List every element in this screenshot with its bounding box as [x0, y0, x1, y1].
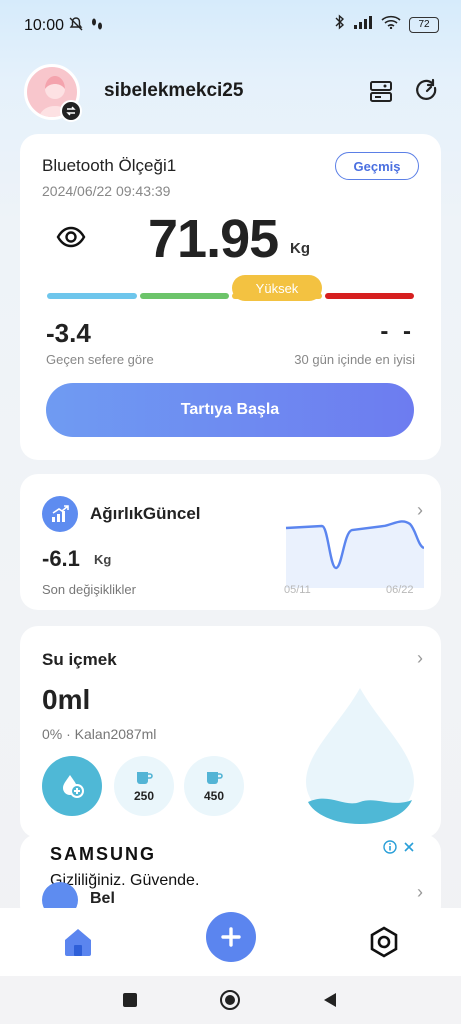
best-caption: 30 gün içinde en iyisi [294, 352, 415, 367]
trend-value: -6.1 [42, 546, 80, 571]
water-drop-illustration [306, 688, 414, 824]
status-right-icons: 72 [335, 14, 439, 35]
sparkline-end-date: 06/22 [386, 584, 414, 596]
mute-icon [68, 16, 84, 37]
battery-icon: 72 [409, 16, 439, 33]
wifi-icon [381, 15, 401, 34]
recent-apps-icon[interactable] [118, 988, 142, 1012]
switch-user-icon[interactable] [60, 100, 82, 122]
username[interactable]: sibelekmekci25 [104, 80, 243, 102]
ad-info-icon[interactable] [383, 840, 397, 857]
sync-icon[interactable] [412, 76, 442, 106]
weight-unit: Kg [290, 240, 310, 257]
chevron-right-icon[interactable]: › [417, 882, 423, 903]
ad-controls [383, 840, 415, 857]
trend-caption: Son değişiklikler [42, 582, 136, 597]
bottom-navigation [0, 908, 461, 976]
change-value: -3.4 [46, 318, 91, 348]
cup-250-label: 250 [133, 789, 155, 803]
cup-450-label: 450 [203, 789, 225, 803]
measurement-datetime: 2024/06/22 09:43:39 [42, 183, 171, 199]
trend-unit: Kg [94, 552, 112, 567]
eye-icon[interactable] [56, 222, 86, 252]
cup-450-button[interactable]: 450 [184, 756, 244, 816]
cup-250-button[interactable]: 250 [114, 756, 174, 816]
waist-card-title: Bel [90, 890, 115, 907]
weight-trend-card[interactable]: AğırlıkGüncel › -6.1 Kg Son değişiklikle… [20, 474, 441, 610]
add-water-button[interactable] [42, 756, 102, 816]
settings-icon[interactable] [358, 916, 410, 968]
range-bar-normal [140, 293, 229, 299]
status-time: 10:00 [24, 17, 65, 34]
water-card[interactable]: Su içmek › 0ml 0% · Kalan2087ml 250 450 [20, 626, 441, 838]
trend-sparkline [285, 520, 424, 588]
ad-brand: SAMSUNG [50, 844, 157, 864]
ad-close-icon[interactable] [403, 841, 415, 856]
status-bar: 10:00 72 [0, 0, 461, 52]
water-amount: 0ml [42, 684, 91, 715]
chevron-right-icon[interactable]: › [417, 648, 423, 669]
change-caption: Geçen sefere göre [46, 352, 154, 367]
device-name: Bluetooth Ölçeği1 [42, 156, 177, 175]
add-icon[interactable] [206, 912, 256, 962]
sparkline-start-date: 05/11 [284, 584, 311, 596]
trend-title: AğırlıkGüncel [90, 504, 201, 523]
cup-icon [137, 772, 153, 784]
system-navigation-bar [0, 976, 461, 1024]
water-status: 0% · Kalan2087ml [42, 726, 157, 742]
status-left-icons [68, 16, 104, 37]
range-status-badge: Yüksek [232, 275, 322, 301]
home-button-icon[interactable] [218, 988, 242, 1012]
history-button[interactable]: Geçmiş [335, 152, 419, 180]
trend-icon [42, 496, 78, 532]
range-bar-low [47, 293, 137, 299]
start-weighing-button[interactable]: Tartıya Başla [46, 383, 414, 437]
water-title: Su içmek [42, 650, 117, 669]
scale-card: Bluetooth Ölçeği1 2024/06/22 09:43:39 Ge… [20, 134, 441, 460]
device-list-icon[interactable] [366, 76, 396, 106]
signal-icon [353, 15, 373, 34]
cup-icon [207, 772, 223, 784]
footsteps-icon [90, 16, 104, 37]
range-bar-very-high [325, 293, 414, 299]
back-icon[interactable] [318, 988, 342, 1012]
home-icon[interactable] [52, 916, 104, 968]
profile-header: sibelekmekci25 [0, 64, 461, 124]
bluetooth-icon [335, 14, 345, 35]
weight-value: 71.95 [148, 209, 279, 269]
best-value: - - [380, 318, 415, 345]
